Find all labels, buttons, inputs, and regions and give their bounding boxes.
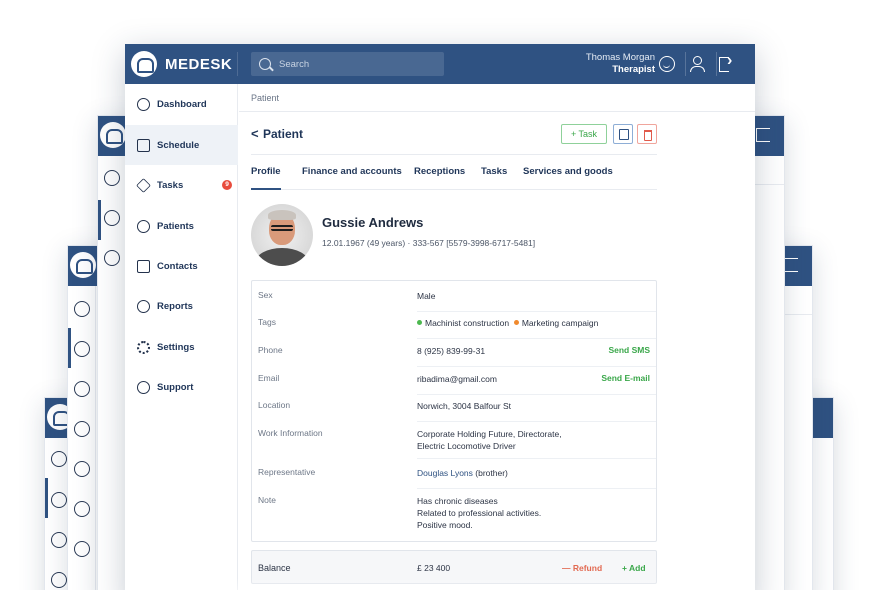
refund-button[interactable]: — Refund bbox=[562, 563, 602, 573]
user-name: Thomas Morgan bbox=[585, 52, 655, 63]
logo-icon bbox=[100, 122, 126, 148]
account-icon[interactable] bbox=[689, 56, 705, 72]
note-line: Positive mood. bbox=[417, 520, 473, 530]
tag[interactable]: Marketing campaign bbox=[522, 318, 599, 328]
detail-label: Phone bbox=[258, 345, 283, 355]
note-line: Has chronic diseases bbox=[417, 496, 498, 506]
user-info[interactable]: Thomas Morgan Therapist bbox=[586, 52, 655, 76]
sidebar-item-settings[interactable]: Settings bbox=[125, 327, 238, 367]
back-button[interactable]: < bbox=[251, 126, 259, 141]
tags-value: Machinist construction Marketing campaig… bbox=[417, 317, 598, 329]
pie-chart-icon bbox=[137, 299, 150, 313]
brand[interactable]: MEDESK bbox=[131, 50, 232, 78]
delete-button[interactable] bbox=[637, 124, 657, 144]
users-icon bbox=[137, 219, 150, 233]
logout-icon bbox=[756, 128, 770, 142]
tasks-count-badge: 9 bbox=[222, 180, 232, 190]
detail-label: Location bbox=[258, 400, 291, 410]
sidebar-item-label: Patients bbox=[157, 220, 194, 232]
representative-relation: (brother) bbox=[472, 468, 508, 478]
breadcrumb[interactable]: Patient bbox=[239, 84, 755, 112]
sidebar-item-label: Settings bbox=[157, 341, 195, 353]
tab-bar: Profile Finance and accounts Receptions … bbox=[251, 154, 657, 190]
detail-label: Note bbox=[258, 495, 276, 505]
patient-name: Gussie Andrews bbox=[322, 215, 424, 230]
send-sms-link[interactable]: Send SMS bbox=[608, 345, 650, 355]
layers-icon bbox=[136, 177, 151, 193]
page-header: < Patient + Task bbox=[251, 124, 657, 146]
detail-label: Representative bbox=[258, 467, 316, 477]
detail-value: Male bbox=[417, 291, 436, 301]
work-line: Electric Locomotive Driver bbox=[417, 441, 516, 451]
medesk-logo-icon bbox=[131, 51, 157, 77]
edit-button[interactable] bbox=[613, 124, 633, 144]
balance-panel: Balance £ 23 400 — Refund + Add bbox=[251, 550, 657, 584]
detail-value: Douglas Lyons (brother) bbox=[417, 467, 508, 479]
tab-receptions[interactable]: Receptions bbox=[414, 155, 465, 190]
sidebar-item-patients[interactable]: Patients bbox=[125, 206, 238, 246]
main-window: MEDESK Search Thomas Morgan Therapist Da… bbox=[125, 44, 755, 590]
tab-tasks[interactable]: Tasks bbox=[481, 155, 507, 190]
detail-value: 8 (925) 839-99-31 bbox=[417, 346, 486, 356]
logout-icon[interactable] bbox=[719, 52, 735, 72]
gear-icon bbox=[137, 340, 150, 354]
brand-name: MEDESK bbox=[165, 55, 233, 73]
detail-label: Work Information bbox=[258, 428, 323, 438]
lifebuoy-icon bbox=[137, 380, 150, 394]
calendar-icon bbox=[137, 138, 150, 152]
detail-value: Norwich, 3004 Balfour St bbox=[417, 401, 512, 411]
patient-details-card: Sex Male Tags Machinist construction Mar… bbox=[251, 280, 657, 542]
send-email-link[interactable]: Send E-mail bbox=[601, 373, 650, 383]
detail-label: Tags bbox=[258, 317, 276, 327]
sidebar-item-contacts[interactable]: Contacts bbox=[125, 246, 238, 286]
sidebar-item-dashboard[interactable]: Dashboard bbox=[125, 84, 238, 124]
top-bar: MEDESK Search Thomas Morgan Therapist bbox=[125, 44, 755, 84]
add-balance-button[interactable]: + Add bbox=[622, 563, 646, 573]
tab-finance-and-accounts[interactable]: Finance and accounts bbox=[302, 155, 402, 190]
add-task-button[interactable]: + Task bbox=[561, 124, 607, 144]
sidebar-item-label: Reports bbox=[157, 300, 193, 312]
detail-value: Has chronic diseases Related to professi… bbox=[417, 495, 541, 531]
balance-value: £ 23 400 bbox=[417, 563, 451, 573]
green-tag-dot bbox=[417, 320, 422, 325]
detail-label: Sex bbox=[258, 290, 273, 300]
orange-tag-dot bbox=[513, 320, 519, 325]
representative-link[interactable]: Douglas Lyons bbox=[417, 468, 473, 478]
tab-services-and-goods[interactable]: Services and goods bbox=[523, 155, 613, 190]
sidebar-item-label: Tasks bbox=[157, 179, 184, 191]
screenshot-stage: MEDESK Search Thomas Morgan Therapist Da… bbox=[0, 0, 880, 590]
patient-avatar bbox=[251, 204, 313, 266]
search-placeholder: Search bbox=[279, 58, 310, 70]
logo-icon bbox=[70, 252, 96, 278]
building-icon bbox=[137, 259, 150, 273]
sidebar-item-schedule[interactable]: Schedule bbox=[125, 125, 238, 165]
sidebar-item-label: Schedule bbox=[157, 139, 200, 151]
note-line: Related to professional activities. bbox=[417, 508, 542, 518]
search-icon bbox=[259, 58, 271, 70]
sidebar-item-label: Dashboard bbox=[157, 98, 207, 110]
sidebar-item-label: Contacts bbox=[157, 260, 198, 272]
balance-label: Balance bbox=[258, 563, 291, 573]
sidebar: Dashboard Schedule Tasks 9 Patients Cont… bbox=[125, 84, 238, 590]
detail-value: ribadima@gmail.com bbox=[417, 374, 497, 384]
main-content: Patient < Patient + Task Profile Finance… bbox=[239, 84, 755, 590]
sidebar-item-tasks[interactable]: Tasks 9 bbox=[125, 165, 238, 205]
page-title: Patient bbox=[263, 127, 304, 141]
smiley-icon[interactable] bbox=[659, 56, 675, 72]
dashboard-icon bbox=[137, 97, 150, 111]
detail-label: Email bbox=[258, 373, 280, 383]
search-input[interactable]: Search bbox=[251, 52, 444, 76]
logout-icon bbox=[784, 258, 798, 272]
tab-profile[interactable]: Profile bbox=[251, 155, 281, 190]
sidebar-item-reports[interactable]: Reports bbox=[125, 286, 238, 326]
sidebar-item-support[interactable]: Support bbox=[125, 367, 238, 407]
patient-meta: 12.01.1967 (49 years) · 333-567 [5579-39… bbox=[322, 238, 536, 248]
detail-value: Corporate Holding Future, Directorate, E… bbox=[417, 428, 562, 452]
user-role: Therapist bbox=[612, 64, 655, 75]
sidebar-item-label: Support bbox=[157, 381, 194, 393]
work-line: Corporate Holding Future, Directorate, bbox=[417, 429, 562, 439]
tag[interactable]: Machinist construction bbox=[425, 318, 509, 328]
